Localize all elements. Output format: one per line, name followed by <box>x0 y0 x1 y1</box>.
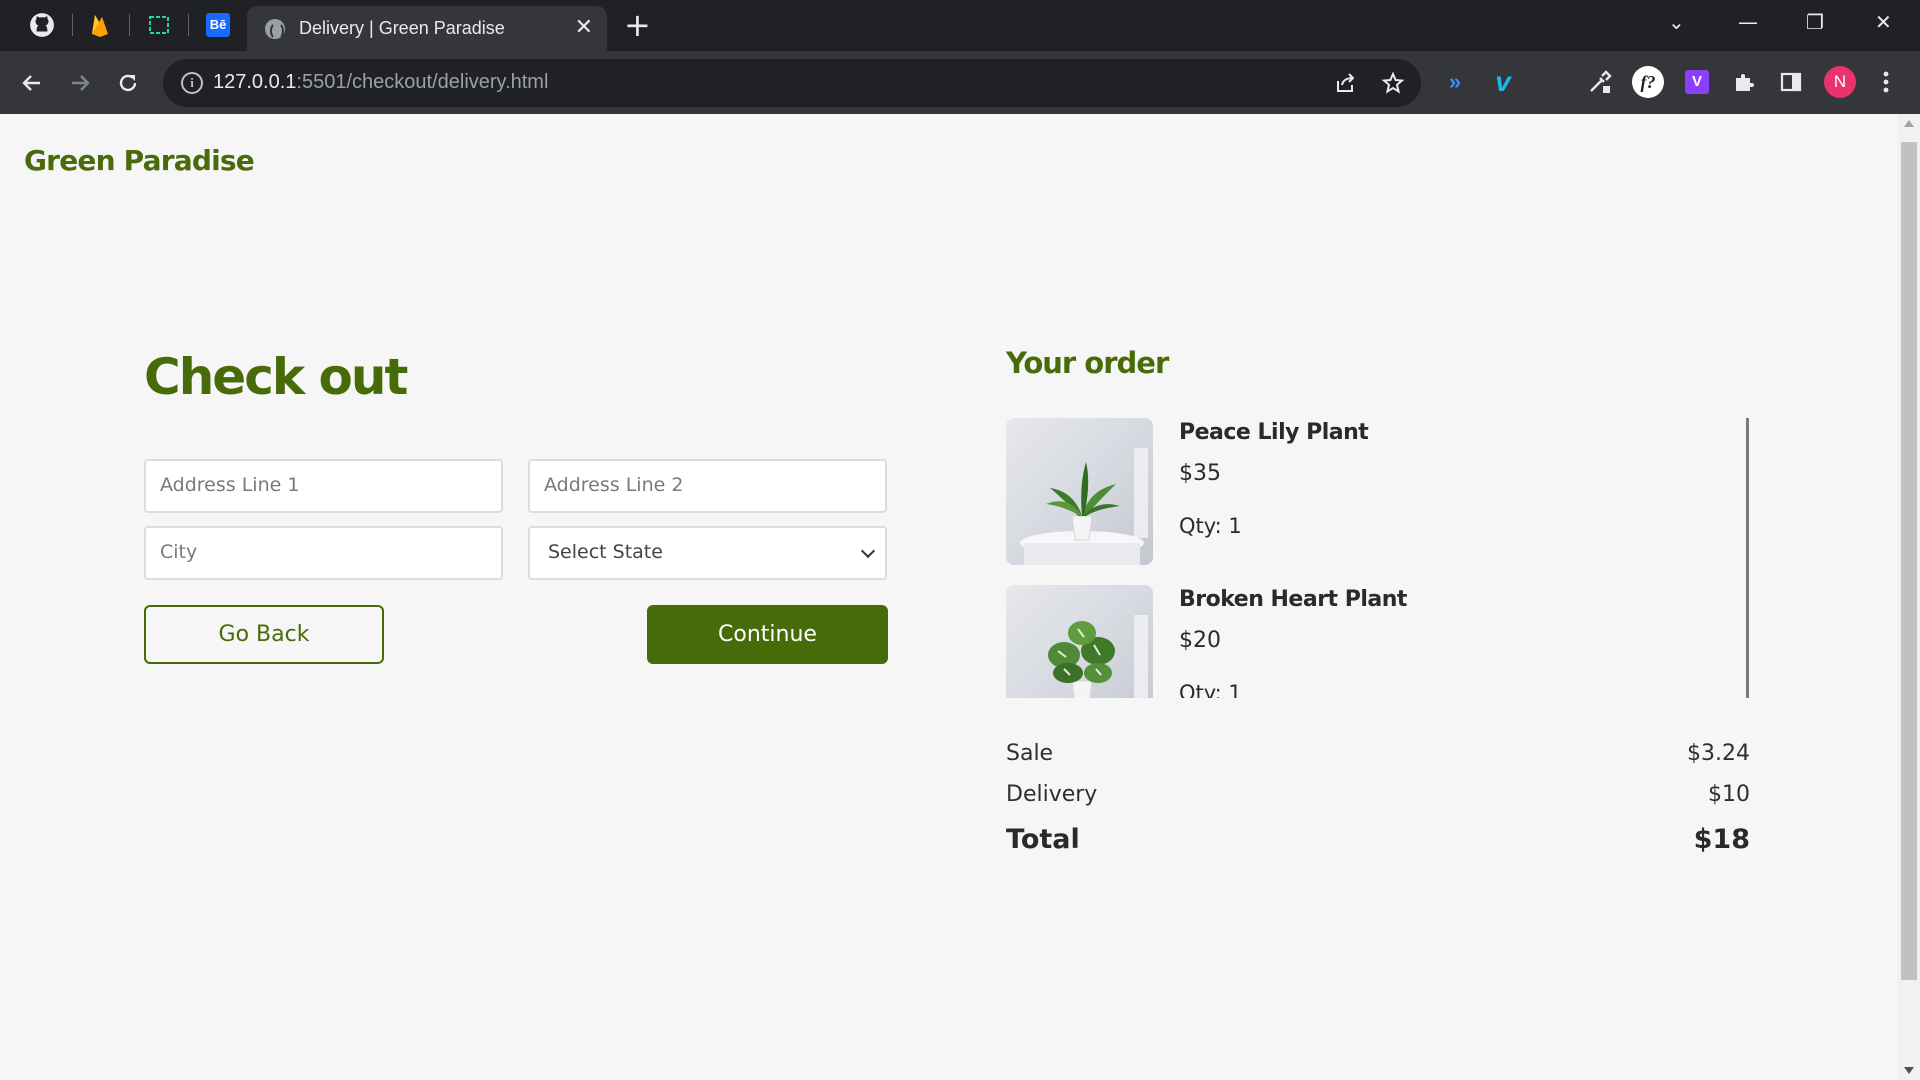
menu-kebab-icon[interactable] <box>1870 66 1902 98</box>
extensions-puzzle-icon[interactable] <box>1728 66 1760 98</box>
order-item: Broken Heart Plant $20 Qty: 1 <box>1006 585 1706 698</box>
pinned-tab-github[interactable] <box>20 8 64 42</box>
whatfont-extension-icon[interactable]: f? <box>1632 66 1664 98</box>
scrollbar-thumb[interactable] <box>1901 142 1917 980</box>
delivery-label: Delivery <box>1006 782 1098 807</box>
pinned-tab-app[interactable] <box>137 8 181 42</box>
sale-value: $3.24 <box>1687 741 1750 766</box>
pinned-tab-firebase[interactable] <box>78 8 122 42</box>
arrow-left-icon <box>22 75 40 91</box>
page-title: Check out <box>144 348 408 406</box>
url-path: :5501/checkout/delivery.html <box>296 71 549 93</box>
scroll-down-arrow[interactable] <box>1904 1067 1914 1074</box>
page-viewport: Green Paradise Check out Address Line 1 … <box>0 114 1898 1080</box>
product-image-peace-lily <box>1006 418 1153 565</box>
back-button[interactable] <box>14 65 50 101</box>
browser-tab-bar: Bē Delivery | Green Paradise ✕ + ⌄ — ❐ ✕ <box>0 0 1920 51</box>
order-item-price: $20 <box>1179 628 1221 653</box>
globe-icon <box>265 19 285 40</box>
chevron-down-icon <box>860 543 876 559</box>
address-line-1-input[interactable]: Address Line 1 <box>144 459 503 513</box>
reload-button[interactable] <box>110 65 146 101</box>
city-input[interactable]: City <box>144 526 503 580</box>
url-host: 127.0.0.1 <box>213 71 297 93</box>
state-select-value: Select State <box>548 541 663 563</box>
wave-extension-icon[interactable]: » <box>1439 66 1471 98</box>
close-window-button[interactable]: ✕ <box>1875 8 1892 36</box>
order-item-list[interactable]: Peace Lily Plant $35 Qty: 1 Broken Heart… <box>1006 418 1754 698</box>
new-tab-button[interactable]: + <box>624 8 651 42</box>
order-item: Peace Lily Plant $35 Qty: 1 <box>1006 418 1706 565</box>
delivery-value: $10 <box>1708 782 1750 807</box>
address-bar[interactable]: i 127.0.0.1:5501/checkout/delivery.html <box>163 59 1421 107</box>
total-value: $18 <box>1693 824 1750 855</box>
tab-search-icon[interactable]: ⌄ <box>1668 8 1685 36</box>
order-item-qty: Qty: 1 <box>1179 514 1242 538</box>
address-line-2-input[interactable]: Address Line 2 <box>528 459 887 513</box>
tab-separator <box>188 14 189 36</box>
site-logo[interactable]: Green Paradise <box>24 144 255 177</box>
continue-button[interactable]: Continue <box>647 605 888 664</box>
total-label: Total <box>1006 824 1080 855</box>
product-image-broken-heart <box>1006 585 1153 698</box>
tab-separator <box>72 14 73 36</box>
behance-icon: Bē <box>206 13 230 37</box>
forward-button[interactable] <box>62 65 98 101</box>
frame-icon <box>149 16 169 34</box>
v-extension-icon[interactable]: V <box>1681 66 1713 98</box>
firebase-icon <box>92 15 108 37</box>
url-text[interactable]: 127.0.0.1:5501/checkout/delivery.html <box>213 71 548 94</box>
order-list-scrollbar[interactable] <box>1746 418 1749 698</box>
order-item-name: Broken Heart Plant <box>1179 587 1407 612</box>
arrow-right-icon <box>72 75 90 91</box>
side-panel-icon[interactable] <box>1775 66 1807 98</box>
order-item-qty: Qty: 1 <box>1179 681 1242 698</box>
restore-button[interactable]: ❐ <box>1806 8 1824 36</box>
pinned-tab-behance[interactable]: Bē <box>196 8 240 42</box>
order-title: Your order <box>1006 346 1169 380</box>
tab-title: Delivery | Green Paradise <box>299 18 505 38</box>
reload-icon <box>119 74 137 92</box>
minimize-button[interactable]: — <box>1738 8 1758 36</box>
scroll-up-arrow[interactable] <box>1904 120 1914 127</box>
go-back-button[interactable]: Go Back <box>144 605 384 664</box>
github-icon <box>30 13 54 37</box>
tab-separator <box>129 14 130 36</box>
vimeo-extension-icon[interactable]: v <box>1487 66 1519 98</box>
order-item-name: Peace Lily Plant <box>1179 420 1369 445</box>
state-select[interactable]: Select State <box>528 526 887 580</box>
order-item-price: $35 <box>1179 461 1221 486</box>
close-tab-icon[interactable]: ✕ <box>575 14 593 42</box>
color-picker-extension-icon[interactable] <box>1584 66 1616 98</box>
bookmark-star-icon[interactable] <box>1379 69 1407 97</box>
profile-avatar[interactable]: N <box>1824 66 1856 98</box>
browser-toolbar: i 127.0.0.1:5501/checkout/delivery.html … <box>0 51 1920 114</box>
info-icon[interactable]: i <box>181 72 203 94</box>
tab-delivery[interactable]: Delivery | Green Paradise ✕ <box>247 6 607 51</box>
page-scrollbar[interactable] <box>1898 114 1920 1080</box>
share-icon[interactable] <box>1332 69 1360 97</box>
sale-label: Sale <box>1006 741 1054 766</box>
